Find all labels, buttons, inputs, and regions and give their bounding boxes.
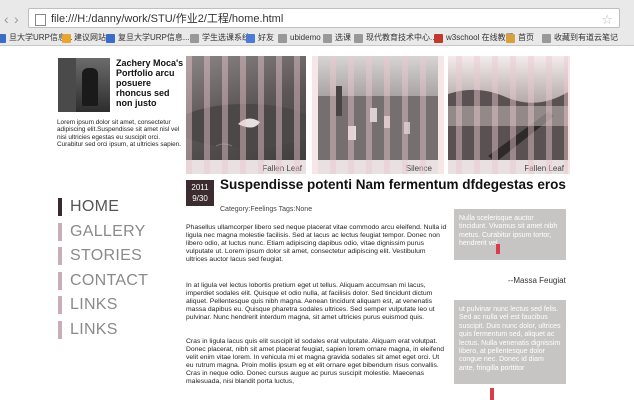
profile-photo [58, 58, 110, 112]
bookmark-icon [278, 33, 287, 43]
post-paragraph: Cras in ligula lacus quis elit suscipit … [186, 338, 445, 385]
quote-text: Nulla scelerisque auctor tincidunt. Viva… [459, 215, 558, 248]
address-bar[interactable]: file:///H:/danny/work/STU/作业2/工程/home.ht… [28, 8, 620, 28]
post-year: 2011 [191, 183, 209, 192]
accent-mark [496, 244, 500, 254]
bookmark-icon [62, 33, 71, 43]
bookmark-icon [434, 33, 443, 43]
gallery-caption: Fallen Leaf [524, 164, 564, 173]
post-paragraph: Phasellus ullamcorper libero sed neque p… [186, 224, 447, 263]
post-day: 9/30 [192, 194, 208, 203]
bookmark-icon [506, 33, 515, 43]
quote-author: --Massa Feugiat [508, 276, 566, 285]
post-title[interactable]: Suspendisse potenti Nam fermentum dfdege… [220, 178, 590, 192]
bookmark-item[interactable]: w3school 在线教程 [434, 31, 514, 45]
accent-mark [490, 388, 494, 400]
bookmark-icon [354, 33, 363, 43]
bookmark-item[interactable]: 学生选课系统 [190, 31, 250, 45]
boat-photo [448, 89, 568, 172]
bookmark-icon [246, 33, 255, 43]
nav-links[interactable]: LINKS [58, 296, 188, 315]
bookmark-icon [542, 33, 551, 43]
address-row: ‹ › file:///H:/danny/work/STU/作业2/工程/hom… [0, 8, 634, 30]
profile-title: Zachery Moca's Portfolio arcu posuere rh… [116, 58, 184, 108]
bookmark-item[interactable]: 建议网站 [62, 31, 106, 45]
gallery-caption: Silence [405, 164, 432, 173]
cemetery-photo [318, 86, 438, 174]
leaf-photo [186, 104, 306, 148]
bookmark-icon [190, 33, 199, 43]
side-note-text: ut pulvinar nunc lectus sed felis. Sed a… [459, 306, 561, 372]
bookmark-item[interactable]: 现代教育技术中心... [354, 31, 437, 45]
browser-toolbar: ‹ › file:///H:/danny/work/STU/作业2/工程/hom… [0, 0, 634, 46]
gallery-image-1[interactable]: Fallen Leaf [186, 56, 306, 174]
back-arrow-icon[interactable]: ‹ [4, 11, 9, 27]
nav-gallery[interactable]: GALLERY [58, 222, 188, 241]
web-page: Zachery Moca's Portfolio arcu posuere rh… [0, 46, 634, 400]
nav-links-2[interactable]: LINKS [58, 320, 188, 339]
nav-stories[interactable]: STORIES [58, 247, 188, 266]
quote-box: Nulla scelerisque auctor tincidunt. Viva… [454, 209, 566, 260]
bookmark-star-icon[interactable]: ☆ [601, 10, 613, 30]
side-note-box: ut pulvinar nunc lectus sed felis. Sed a… [454, 300, 566, 384]
main-nav: HOME GALLERY STORIES CONTACT LINKS LINKS [58, 198, 188, 346]
page-icon [35, 14, 46, 26]
bookmark-icon [323, 33, 332, 43]
nav-contact[interactable]: CONTACT [58, 271, 188, 290]
gallery-image-2[interactable]: Silence [318, 56, 438, 174]
bookmark-icon [0, 33, 6, 43]
bookmark-item[interactable]: 好友 [246, 31, 274, 45]
bookmark-icon [106, 33, 115, 43]
profile-text: Lorem ipsum dolor sit amet, consectetur … [57, 119, 181, 149]
bookmark-item[interactable]: ubidemo [278, 31, 321, 45]
nav-home[interactable]: HOME [58, 198, 188, 216]
bookmark-item[interactable]: 选课 [323, 31, 351, 45]
forward-arrow-icon[interactable]: › [14, 11, 19, 27]
post-date: 2011 9/30 [186, 180, 214, 206]
address-url: file:///H:/danny/work/STU/作业2/工程/home.ht… [51, 13, 284, 25]
gallery-image-3[interactable]: Fallen Leaf [448, 56, 568, 174]
gallery-caption: Fallen Leaf [262, 164, 302, 173]
bookmarks-bar: 旦大学URP信息... 建议网站 复旦大学URP信息... 学生选课系统 好友 … [0, 31, 634, 45]
post-paragraph: In at ligula vel lectus lobortis pretium… [186, 282, 435, 321]
bookmark-item[interactable]: 首页 [506, 31, 534, 45]
bookmark-item[interactable]: 复旦大学URP信息... [106, 31, 190, 45]
bookmark-item[interactable]: 收藏到有道云笔记 [542, 31, 618, 45]
post-meta: Category:Feelings Tags:None [220, 206, 313, 213]
